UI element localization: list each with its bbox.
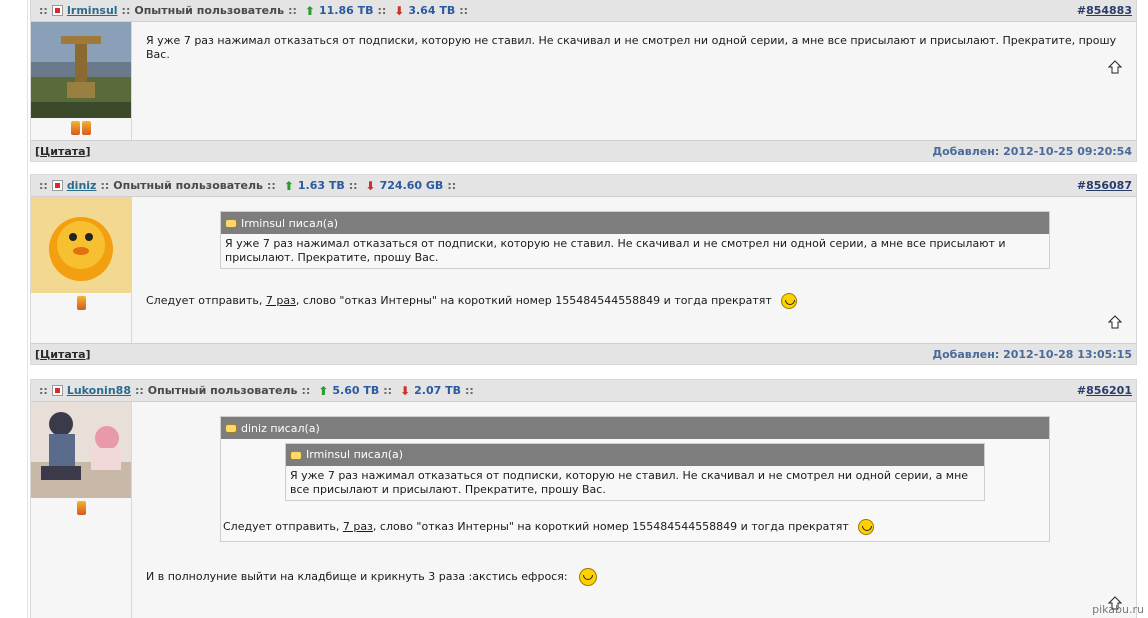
username-link[interactable]: Lukonin88 xyxy=(67,384,131,397)
post-header: :: Lukonin88 :: Опытный пользователь :: … xyxy=(31,380,1136,402)
left-rail xyxy=(0,0,28,618)
avatar xyxy=(31,22,131,118)
forum-post: :: diniz :: Опытный пользователь :: ⬆ 1.… xyxy=(30,174,1137,365)
separator: :: xyxy=(39,4,48,17)
medal-icon xyxy=(76,501,86,515)
medal-icon xyxy=(82,121,91,135)
medals xyxy=(76,501,86,515)
upload-stat: 11.86 TB xyxy=(318,4,374,17)
upload-arrow-icon: ⬆ xyxy=(318,383,329,398)
quote-button[interactable]: [Цитата] xyxy=(35,348,91,361)
quote-author: diniz писал(а) xyxy=(241,421,320,435)
user-sidebar xyxy=(31,22,132,140)
download-stat: 3.64 TB xyxy=(408,4,456,17)
scroll-to-top-icon[interactable] xyxy=(1108,60,1122,74)
post-header: :: diniz :: Опытный пользователь :: ⬆ 1.… xyxy=(31,175,1136,197)
post-number[interactable]: #856087 xyxy=(1077,179,1132,192)
forum-post: :: Lukonin88 :: Опытный пользователь :: … xyxy=(30,379,1137,618)
post-content: diniz писал(а) Irminsul писал(а) Я уже 7… xyxy=(132,402,1136,618)
inline-link[interactable]: 7 раз xyxy=(343,520,373,533)
avatar xyxy=(31,197,131,293)
quote-bubble-icon xyxy=(225,423,237,433)
quote-text: Следует отправить, 7 раз, слово "отказ И… xyxy=(223,519,1049,535)
quote-header: diniz писал(а) xyxy=(221,417,1049,439)
smiley-icon xyxy=(858,519,875,535)
user-rank: Опытный пользователь xyxy=(147,384,298,397)
quote-bubble-icon xyxy=(225,218,237,228)
download-stat: 2.07 TB xyxy=(414,384,461,397)
user-sidebar xyxy=(31,197,132,343)
upload-arrow-icon: ⬆ xyxy=(283,178,294,193)
medals xyxy=(71,121,91,135)
post-footer: [Цитата] Добавлен: 2012-10-25 09:20:54 xyxy=(31,140,1136,161)
quote-header: Irminsul писал(а) xyxy=(221,212,1049,234)
quote-author: Irminsul писал(а) xyxy=(241,216,339,230)
post-text: И в полнолуние выйти на кладбище и крикн… xyxy=(146,568,1122,586)
download-arrow-icon: ⬇ xyxy=(400,383,411,398)
post-text: Я уже 7 раз нажимал отказаться от подпис… xyxy=(146,34,1117,61)
quote-author: Irminsul писал(а) xyxy=(306,448,404,461)
forum-post: :: Irminsul :: Опытный пользователь :: ⬆… xyxy=(30,0,1137,162)
upload-arrow-icon: ⬆ xyxy=(304,3,315,18)
post-date: Добавлен: 2012-10-25 09:20:54 xyxy=(932,144,1132,158)
upload-stat: 5.60 TB xyxy=(332,384,380,397)
download-arrow-icon: ⬇ xyxy=(365,178,376,193)
private-message-icon[interactable] xyxy=(51,385,63,396)
download-arrow-icon: ⬇ xyxy=(394,3,405,18)
watermark: pikabu.ru xyxy=(1092,603,1144,616)
quote-button[interactable]: [Цитата] xyxy=(35,145,91,158)
inline-link[interactable]: 7 раз xyxy=(266,294,296,307)
medal-icon xyxy=(76,296,86,310)
post-content: Irminsul писал(а) Я уже 7 раз нажимал от… xyxy=(132,197,1136,343)
medals xyxy=(76,296,86,310)
avatar xyxy=(31,402,131,498)
nested-quote-block: Irminsul писал(а) Я уже 7 раз нажимал от… xyxy=(285,443,985,501)
quote-block: diniz писал(а) Irminsul писал(а) Я уже 7… xyxy=(220,416,1050,542)
post-header: :: Irminsul :: Опытный пользователь :: ⬆… xyxy=(31,0,1136,22)
quote-bubble-icon xyxy=(290,450,302,460)
medal-icon xyxy=(71,121,80,135)
smiley-icon xyxy=(781,293,798,309)
post-number[interactable]: #854883 xyxy=(1077,4,1132,17)
post-footer: [Цитата] Добавлен: 2012-10-28 13:05:15 xyxy=(31,343,1136,364)
post-number[interactable]: #856201 xyxy=(1077,384,1132,397)
quote-text: Я уже 7 раз нажимал отказаться от подпис… xyxy=(290,469,969,496)
user-sidebar xyxy=(31,402,132,618)
post-date: Добавлен: 2012-10-28 13:05:15 xyxy=(932,347,1132,361)
username-link[interactable]: diniz xyxy=(67,179,97,192)
upload-stat: 1.63 TB xyxy=(297,179,345,192)
post-text: Следует отправить, 7 раз, слово "отказ И… xyxy=(146,293,1122,309)
quote-block: Irminsul писал(а) Я уже 7 раз нажимал от… xyxy=(220,211,1050,269)
quote-header: Irminsul писал(а) xyxy=(286,444,984,466)
quote-text: Я уже 7 раз нажимал отказаться от подпис… xyxy=(225,237,1006,264)
user-rank: Опытный пользователь xyxy=(134,4,285,17)
private-message-icon[interactable] xyxy=(51,180,63,191)
private-message-icon[interactable] xyxy=(51,5,63,16)
username-link[interactable]: Irminsul xyxy=(67,4,118,17)
scroll-to-top-icon[interactable] xyxy=(1108,315,1122,329)
download-stat: 724.60 GB xyxy=(379,179,444,192)
user-rank: Опытный пользователь xyxy=(113,179,263,192)
post-content: Я уже 7 раз нажимал отказаться от подпис… xyxy=(132,22,1136,140)
smiley-icon xyxy=(579,568,598,586)
